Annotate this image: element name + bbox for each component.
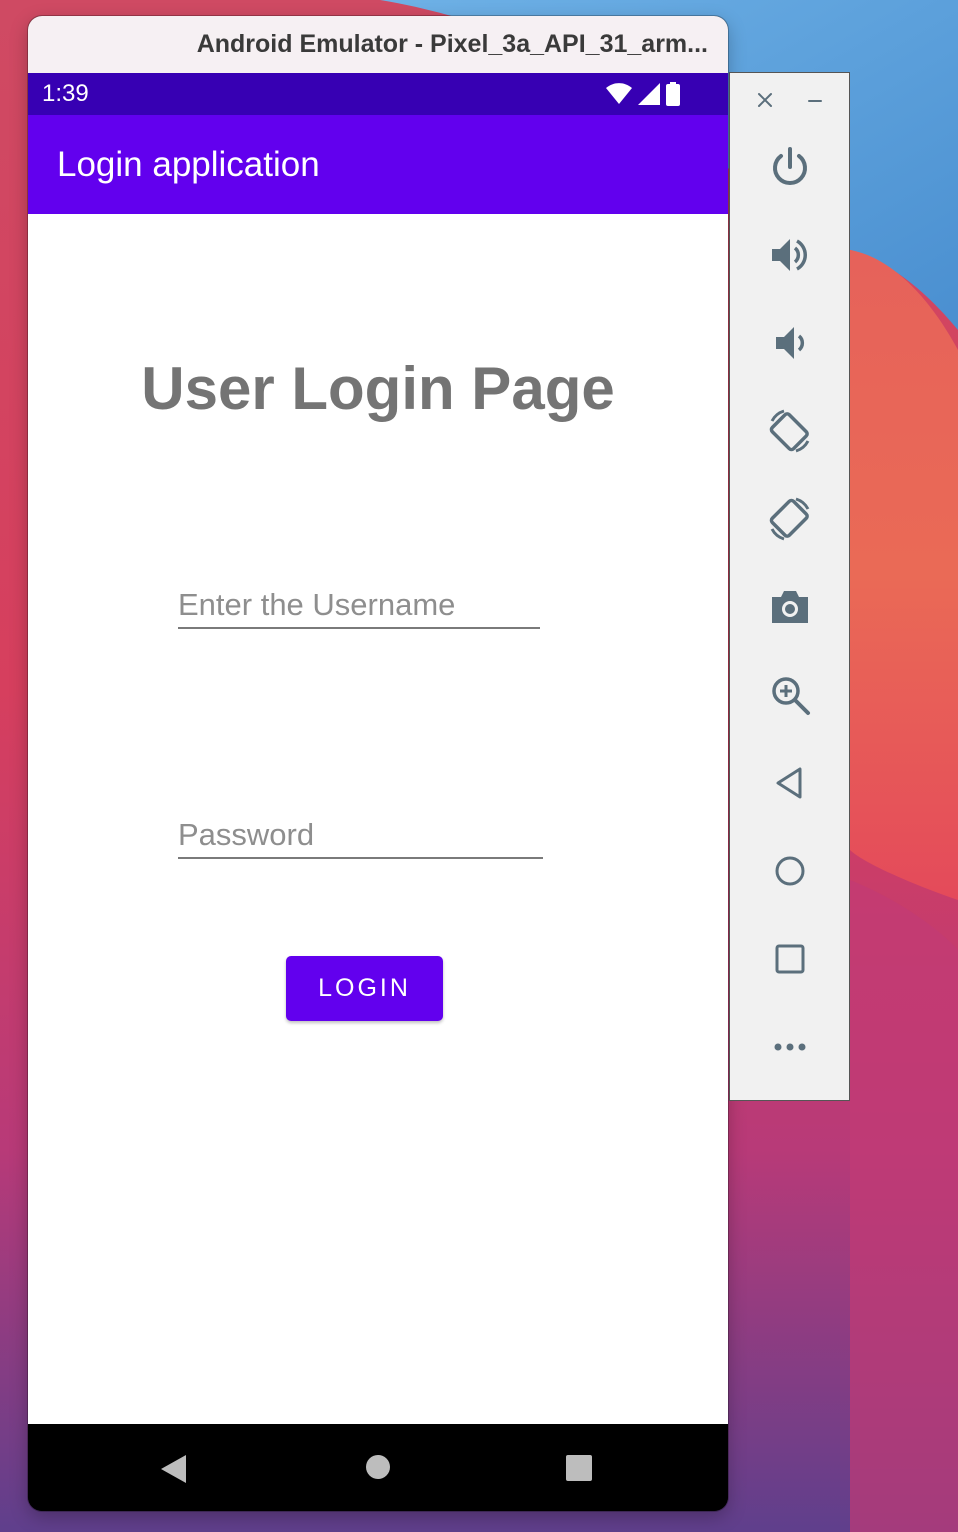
app-title: Login application (57, 144, 320, 184)
toolbar-back-button[interactable] (764, 757, 816, 809)
power-button[interactable] (764, 141, 816, 193)
username-input[interactable] (178, 569, 540, 627)
overview-icon (775, 944, 805, 974)
emulator-toolbar (729, 72, 850, 1101)
back-icon (776, 767, 802, 799)
minimize-icon[interactable] (806, 91, 824, 109)
app-toolbar: Login application (28, 115, 728, 214)
rotate-right-button[interactable] (764, 493, 816, 545)
zoom-button[interactable] (764, 669, 816, 721)
emulator-window: Android Emulator - Pixel_3a_API_31_arm..… (28, 16, 728, 1511)
battery-icon (666, 82, 680, 106)
more-icon (774, 1043, 806, 1051)
volume-up-button[interactable] (764, 229, 816, 281)
power-icon (773, 147, 807, 185)
camera-icon (772, 591, 808, 623)
toolbar-home-button[interactable] (764, 845, 816, 897)
toolbar-overview-button[interactable] (764, 933, 816, 985)
android-status-bar: 1:39 (28, 73, 728, 115)
status-time: 1:39 (42, 80, 89, 107)
rotate-left-button[interactable] (764, 405, 816, 457)
recents-icon[interactable] (565, 1454, 593, 1482)
android-nav-bar (28, 1424, 728, 1511)
rotate-right-icon (769, 497, 810, 541)
password-field[interactable] (178, 799, 543, 859)
back-icon[interactable] (160, 1454, 188, 1484)
window-title: Android Emulator - Pixel_3a_API_31_arm..… (196, 30, 708, 58)
close-icon[interactable] (756, 91, 774, 109)
zoom-icon (772, 677, 810, 715)
home-icon (775, 856, 805, 886)
volume-down-button[interactable] (764, 317, 816, 369)
username-field[interactable] (178, 569, 540, 629)
volume-up-icon (772, 239, 807, 271)
rotate-left-icon (769, 409, 810, 453)
cell-signal-icon (638, 83, 660, 105)
wifi-icon (606, 83, 632, 104)
login-button[interactable]: LOGIN (286, 956, 443, 1021)
volume-down-icon (776, 327, 805, 359)
status-icons (606, 82, 680, 106)
password-input[interactable] (178, 799, 543, 857)
screenshot-button[interactable] (764, 581, 816, 633)
window-titlebar[interactable]: Android Emulator - Pixel_3a_API_31_arm..… (28, 16, 728, 73)
more-button[interactable] (764, 1021, 816, 1073)
page-title: User Login Page (141, 355, 615, 422)
login-screen: User Login Page LOGIN (28, 214, 728, 1424)
home-icon[interactable] (365, 1454, 391, 1480)
